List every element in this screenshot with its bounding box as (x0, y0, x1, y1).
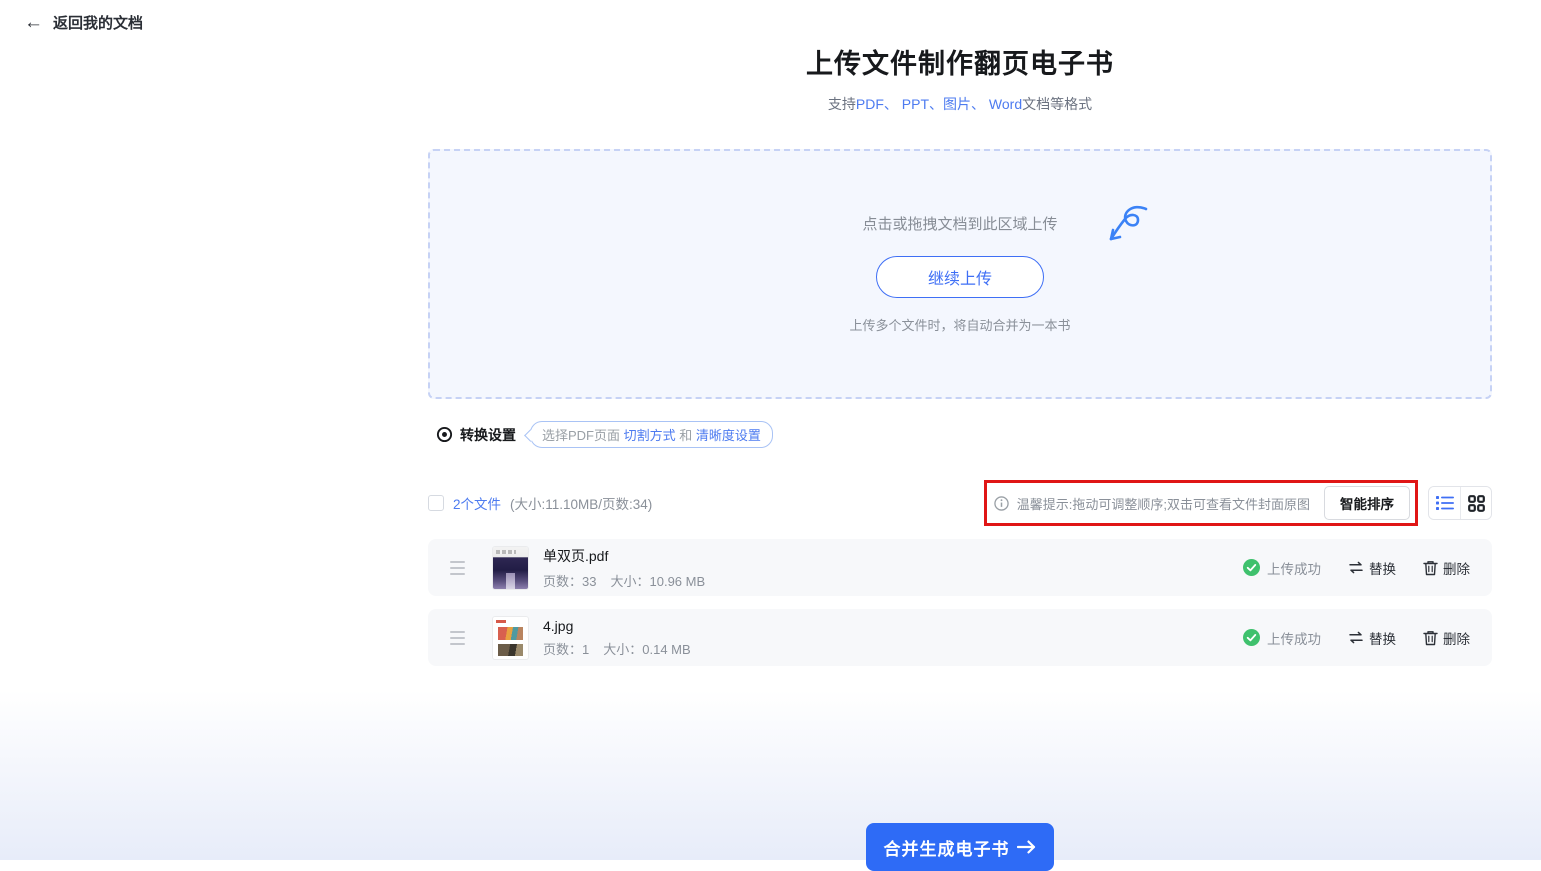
bubble-prefix: 选择PDF页面 (542, 428, 624, 443)
page-title: 上传文件制作翻页电子书 (428, 42, 1492, 81)
subtitle-suffix: 文档等格式 (1022, 96, 1092, 112)
cursor-swirl-arrow-icon (1104, 201, 1152, 249)
list-view-button[interactable] (1429, 487, 1460, 519)
dropzone-note: 上传多个文件时，将自动合并为一本书 (849, 315, 1070, 334)
swap-icon (1348, 631, 1364, 644)
success-check-icon (1243, 629, 1260, 646)
file-list-header-left: 2个文件 (大小:11.10MB/页数:34) (428, 493, 652, 513)
pages-value: 1 (582, 642, 589, 657)
back-label: 返回我的文档 (53, 12, 143, 33)
merge-generate-button[interactable]: 合并生成电子书 (866, 823, 1054, 871)
file-info: 4.jpg 页数：1 大小：0.14 MB (543, 618, 691, 658)
format-link-image[interactable]: 图片、 (943, 96, 989, 112)
trash-icon (1423, 560, 1438, 576)
swap-icon (1348, 561, 1364, 574)
upload-dropzone[interactable]: 点击或拖拽文档到此区域上传 继续上传 上传多个文件时，将自动合并为一本书 (428, 149, 1492, 399)
file-info: 单双页.pdf 页数：33 大小：10.96 MB (543, 546, 705, 590)
clarity-setting-link[interactable]: 清晰度设置 (696, 428, 761, 443)
size-value: 10.96 MB (650, 574, 706, 589)
format-link-pdf[interactable]: PDF、 (856, 96, 902, 112)
size-label: 大小： (610, 574, 649, 589)
file-summary: (大小:11.10MB/页数:34) (510, 493, 652, 513)
replace-label: 替换 (1369, 628, 1396, 648)
conversion-settings-row: 转换设置 选择PDF页面 切割方式 和 清晰度设置 (428, 421, 1492, 448)
pages-label: 页数： (543, 642, 582, 657)
grid-view-button[interactable] (1460, 487, 1491, 519)
smart-sort-button[interactable]: 智能排序 (1324, 486, 1410, 520)
page: ← 返回我的文档 上传文件制作翻页电子书 支持PDF、 PPT、图片、 Word… (0, 0, 1541, 860)
trash-icon (1423, 630, 1438, 646)
arrow-left-icon: ← (24, 13, 43, 32)
grid-view-icon (1468, 495, 1485, 512)
file-list-header: 2个文件 (大小:11.10MB/页数:34) 温馨提示:拖动可调整顺序;双击可… (428, 480, 1492, 526)
file-meta: 页数：1 大小：0.14 MB (543, 639, 691, 658)
success-check-icon (1243, 559, 1260, 576)
arrow-right-icon (1017, 840, 1037, 854)
status-text: 上传成功 (1267, 628, 1321, 648)
settings-label: 转换设置 (460, 425, 516, 445)
main-content: 上传文件制作翻页电子书 支持PDF、 PPT、图片、 Word文档等格式 点击或… (428, 0, 1492, 666)
subtitle-prefix: 支持 (828, 96, 856, 112)
format-link-word[interactable]: Word (989, 96, 1022, 112)
delete-label: 删除 (1443, 628, 1470, 648)
replace-button[interactable]: 替换 (1348, 558, 1396, 578)
delete-button[interactable]: 删除 (1423, 558, 1470, 578)
replace-label: 替换 (1369, 558, 1396, 578)
delete-button[interactable]: 删除 (1423, 628, 1470, 648)
size-label: 大小： (603, 642, 642, 657)
list-view-icon (1436, 495, 1454, 511)
bubble-middle: 和 (676, 428, 696, 443)
upload-status: 上传成功 (1243, 628, 1321, 648)
row-actions: 上传成功 替换 删除 (1243, 628, 1470, 648)
format-link-ppt[interactable]: PPT、 (902, 96, 943, 112)
file-list-header-right: 温馨提示:拖动可调整顺序;双击可查看文件封面原图 智能排序 (984, 480, 1492, 526)
file-name: 单双页.pdf (543, 546, 705, 566)
info-icon (994, 496, 1009, 511)
view-toggle (1428, 486, 1492, 520)
tip-text: 温馨提示:拖动可调整顺序;双击可查看文件封面原图 (1017, 494, 1310, 513)
back-button[interactable]: ← 返回我的文档 (24, 12, 143, 33)
delete-label: 删除 (1443, 558, 1470, 578)
file-meta: 页数：33 大小：10.96 MB (543, 571, 705, 590)
target-icon (436, 426, 453, 443)
drag-handle-icon[interactable] (448, 627, 467, 649)
select-all-checkbox[interactable] (428, 495, 444, 511)
supported-formats-line: 支持PDF、 PPT、图片、 Word文档等格式 (428, 94, 1492, 114)
upload-status: 上传成功 (1243, 558, 1321, 578)
pages-value: 33 (582, 574, 596, 589)
size-value: 0.14 MB (642, 642, 690, 657)
file-count[interactable]: 2个文件 (453, 493, 501, 513)
file-thumbnail[interactable] (493, 617, 528, 659)
file-row[interactable]: 单双页.pdf 页数：33 大小：10.96 MB 上传成功 替换 (428, 539, 1492, 596)
status-text: 上传成功 (1267, 558, 1321, 578)
pages-label: 页数： (543, 574, 582, 589)
drag-handle-icon[interactable] (448, 557, 467, 579)
file-thumbnail[interactable] (493, 547, 528, 589)
split-mode-link[interactable]: 切割方式 (624, 428, 676, 443)
settings-bubble: 选择PDF页面 切割方式 和 清晰度设置 (530, 421, 773, 448)
file-row[interactable]: 4.jpg 页数：1 大小：0.14 MB 上传成功 替换 (428, 609, 1492, 666)
dropzone-hint: 点击或拖拽文档到此区域上传 (862, 213, 1057, 234)
continue-upload-button[interactable]: 继续上传 (876, 256, 1044, 298)
replace-button[interactable]: 替换 (1348, 628, 1396, 648)
merge-generate-label: 合并生成电子书 (884, 835, 1010, 860)
file-name: 4.jpg (543, 618, 691, 634)
row-actions: 上传成功 替换 删除 (1243, 558, 1470, 578)
tip-highlight-box: 温馨提示:拖动可调整顺序;双击可查看文件封面原图 智能排序 (984, 480, 1418, 526)
